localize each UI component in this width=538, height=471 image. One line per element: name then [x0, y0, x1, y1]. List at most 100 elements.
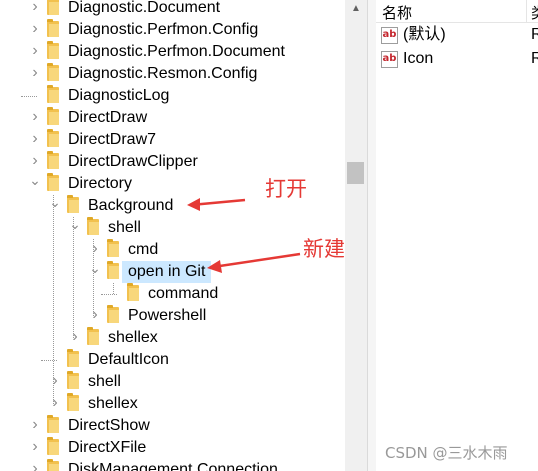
folder-icon — [67, 349, 79, 367]
chevron-down-icon[interactable]: ⌄ — [88, 261, 102, 278]
tree-item-label: shell — [108, 219, 141, 236]
chevron-right-icon[interactable]: › — [48, 373, 62, 389]
tree-item[interactable]: › DirectShow — [0, 415, 345, 437]
values-header: 名称 类 — [376, 0, 538, 23]
watermark: CSDN @三水木雨 — [385, 444, 508, 462]
folder-icon — [67, 371, 79, 389]
tree-item-label: Background — [88, 197, 174, 214]
folder-icon — [47, 41, 59, 59]
column-header-type[interactable]: 类 — [531, 2, 538, 23]
chevron-down-icon[interactable]: ⌄ — [48, 195, 62, 212]
value-name: Icon — [403, 50, 434, 67]
tree-item[interactable]: › DiskManagement.Connection — [0, 459, 345, 471]
folder-icon — [47, 129, 59, 147]
string-value-icon: ab — [381, 27, 398, 44]
chevron-right-icon[interactable]: › — [88, 241, 102, 257]
tree-item-label: cmd — [128, 241, 159, 258]
folder-icon — [47, 63, 59, 81]
chevron-right-icon[interactable]: › — [28, 461, 42, 471]
folder-icon — [127, 283, 139, 301]
tree-connector-line — [101, 294, 117, 295]
column-header-name[interactable]: 名称 — [382, 2, 412, 23]
column-separator[interactable] — [526, 0, 527, 22]
tree-item-label: DirectDrawClipper — [68, 153, 198, 170]
chevron-down-icon[interactable]: ⌄ — [68, 217, 82, 234]
folder-icon — [47, 415, 59, 433]
tree-item[interactable]: › DirectDraw7 — [0, 129, 345, 151]
folder-icon — [67, 195, 79, 213]
folder-icon — [87, 327, 99, 345]
folder-icon — [47, 107, 59, 125]
tree-item-label: DirectDraw — [68, 109, 148, 126]
tree-item[interactable]: ⌄ shell — [0, 217, 345, 239]
annotation-new: 新建 — [303, 237, 345, 261]
tree-item[interactable]: › DirectXFile — [0, 437, 345, 459]
tree-vertical-scrollbar[interactable]: ▲ — [345, 0, 367, 471]
tree-item[interactable]: › Diagnostic.Resmon.Config — [0, 63, 345, 85]
tree-item[interactable]: › Diagnostic.Document — [0, 0, 345, 19]
folder-icon — [107, 261, 119, 279]
values-pane: 名称 类 ab (默认) R ab Icon R — [376, 0, 538, 471]
chevron-right-icon[interactable]: › — [28, 21, 42, 37]
folder-icon — [47, 19, 59, 37]
chevron-right-icon[interactable]: › — [28, 109, 42, 125]
tree-item-label: DirectDraw7 — [68, 131, 157, 148]
tree-item-label: DirectXFile — [68, 439, 147, 456]
value-type: R — [531, 26, 538, 43]
value-type: R — [531, 50, 538, 67]
tree-item-label: shellex — [108, 329, 158, 346]
tree-item-label: DirectShow — [68, 417, 150, 434]
value-name: (默认) — [403, 26, 446, 43]
chevron-right-icon[interactable]: › — [28, 153, 42, 169]
tree-item[interactable]: command — [0, 283, 345, 305]
annotation-arrow-open-icon — [187, 198, 246, 211]
tree-item-label: DiagnosticLog — [68, 87, 170, 104]
tree-item[interactable]: › Diagnostic.Perfmon.Config — [0, 19, 345, 41]
chevron-right-icon[interactable]: › — [28, 65, 42, 81]
folder-icon — [67, 393, 79, 411]
tree-item[interactable]: › shellex — [0, 393, 345, 415]
scroll-up-arrow-icon[interactable]: ▲ — [345, 0, 367, 18]
chevron-right-icon[interactable]: › — [28, 0, 42, 15]
tree-item[interactable]: DefaultIcon — [0, 349, 345, 371]
tree-item-label: Powershell — [128, 307, 207, 324]
tree-item[interactable]: › shell — [0, 371, 345, 393]
tree-item[interactable]: › DirectDraw — [0, 107, 345, 129]
chevron-right-icon[interactable]: › — [88, 307, 102, 323]
tree-item[interactable]: › shellex — [0, 327, 345, 349]
value-row-icon[interactable]: ab Icon R — [376, 48, 538, 70]
value-row-default[interactable]: ab (默认) R — [376, 24, 538, 46]
tree-item[interactable]: DiagnosticLog — [0, 85, 345, 107]
chevron-right-icon[interactable]: › — [28, 439, 42, 455]
annotation-open: 打开 — [265, 177, 307, 201]
tree-item[interactable]: › Diagnostic.Perfmon.Document — [0, 41, 345, 63]
tree-item[interactable]: › Powershell — [0, 305, 345, 327]
chevron-right-icon[interactable]: › — [28, 43, 42, 59]
folder-icon — [47, 437, 59, 455]
folder-icon — [107, 305, 119, 323]
tree-item-label: Diagnostic.Perfmon.Document — [68, 43, 285, 60]
folder-icon — [47, 173, 59, 191]
chevron-down-icon[interactable]: ⌄ — [28, 173, 42, 190]
tree-item-label: shell — [88, 373, 121, 390]
tree-item-label: Directory — [68, 175, 133, 192]
tree-item-label: Diagnostic.Resmon.Config — [68, 65, 258, 82]
folder-icon — [47, 0, 59, 15]
chevron-right-icon[interactable]: › — [68, 329, 82, 345]
tree-connector-line — [21, 96, 37, 97]
tree-item-label: open in Git — [122, 261, 212, 283]
folder-icon — [87, 217, 99, 235]
tree-item-label: DefaultIcon — [88, 351, 169, 368]
tree-item-label: Diagnostic.Document — [68, 0, 221, 16]
folder-icon — [47, 151, 59, 169]
chevron-right-icon[interactable]: › — [28, 131, 42, 147]
chevron-right-icon[interactable]: › — [28, 417, 42, 433]
folder-icon — [47, 459, 59, 471]
scrollbar-thumb[interactable] — [347, 162, 364, 184]
registry-key-tree[interactable]: › Diagnostic.Document › Diagnostic.Perfmon.… — [0, 0, 345, 471]
chevron-right-icon[interactable]: › — [48, 395, 62, 411]
folder-icon — [47, 85, 59, 103]
tree-connector-line — [41, 360, 57, 361]
tree-item[interactable]: › DirectDrawClipper — [0, 151, 345, 173]
annotation-arrow-new-icon — [207, 252, 301, 273]
